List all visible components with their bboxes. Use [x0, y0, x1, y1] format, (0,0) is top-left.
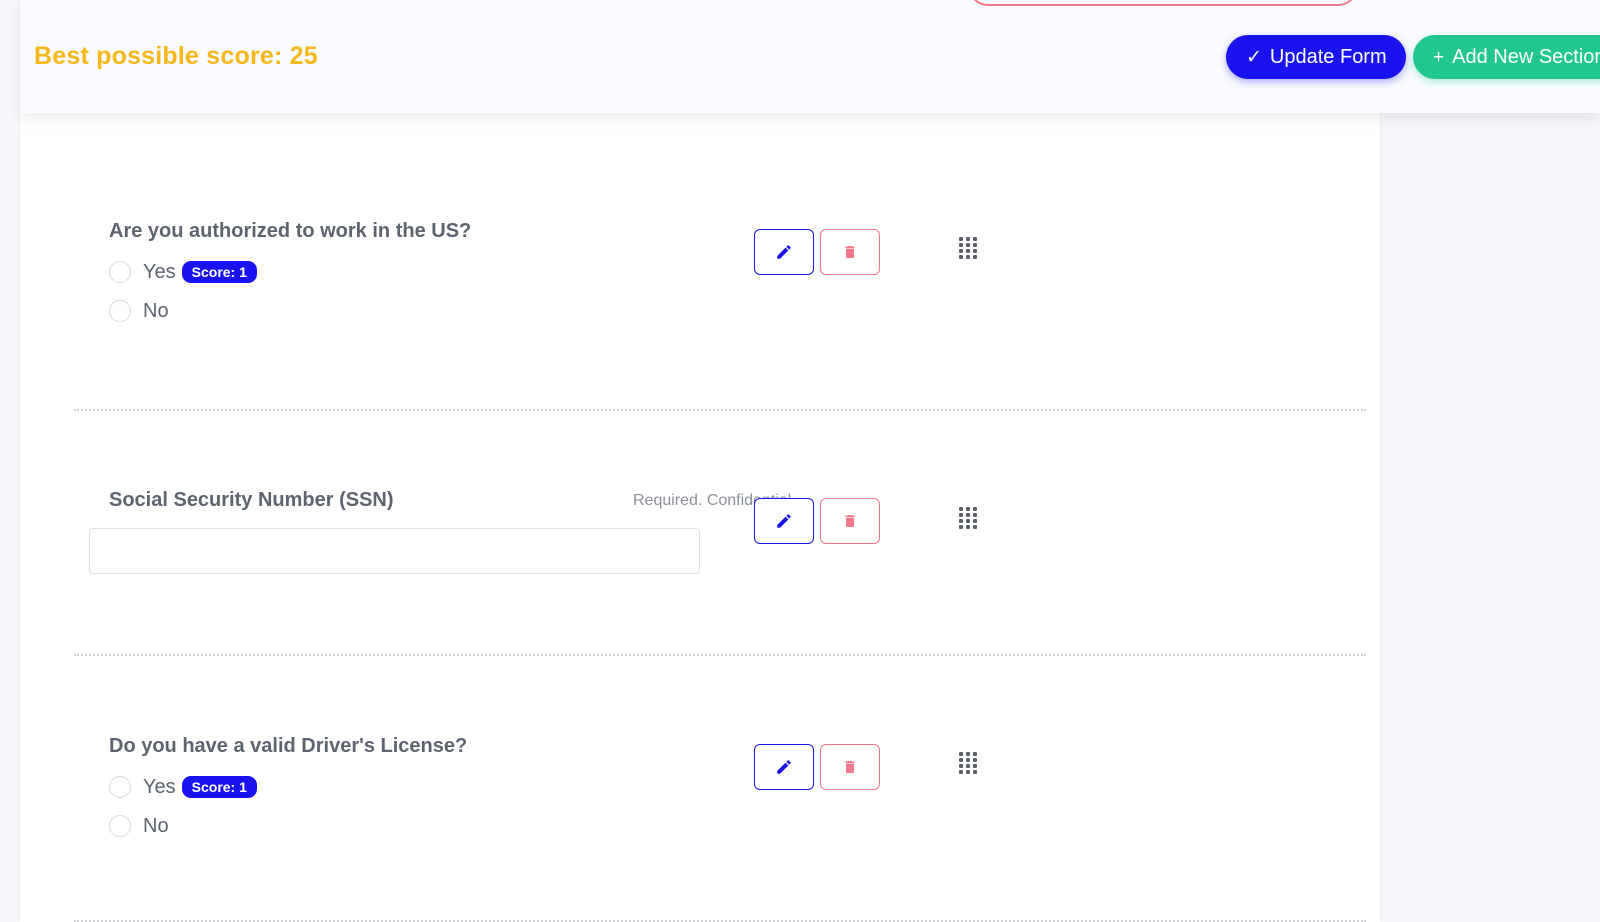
trash-icon [845, 515, 855, 527]
option-label: Yes [143, 260, 176, 283]
question-title: Social Security Number (SSN) [109, 489, 394, 511]
pencil-icon [777, 760, 791, 774]
score-badge: Score: 1 [181, 776, 257, 798]
radio-button[interactable] [109, 776, 131, 798]
update-form-button[interactable]: ✓ Update Form [1226, 35, 1406, 79]
update-form-label: Update Form [1269, 45, 1387, 68]
delete-question-button[interactable] [820, 229, 880, 275]
trash-icon [845, 761, 855, 773]
radio-button[interactable] [109, 300, 131, 322]
option-yes[interactable]: Yes Score: 1 [109, 259, 471, 285]
form-card: Are you authorized to work in the US? Ye… [20, 0, 1380, 922]
question-drivers-license: Do you have a valid Driver's License? Ye… [109, 735, 467, 839]
sticky-score-header: Best possible score: 25 ✓ Update Form + … [20, 0, 1600, 113]
pencil-icon [777, 514, 791, 528]
drag-handle-icon[interactable] [959, 507, 977, 529]
radio-button[interactable] [109, 261, 131, 283]
delete-question-button[interactable] [820, 498, 880, 544]
question-work-authorization: Are you authorized to work in the US? Ye… [109, 220, 471, 324]
question-ssn: Social Security Number (SSN) Required. C… [109, 489, 796, 512]
option-no[interactable]: No [109, 813, 467, 839]
plus-icon: + [1433, 46, 1445, 68]
check-icon: ✓ [1246, 46, 1262, 68]
trash-icon [845, 246, 855, 258]
edit-question-button[interactable] [754, 498, 814, 544]
pencil-icon [777, 245, 791, 259]
option-label: No [143, 299, 169, 322]
header-outline-decoration [968, 0, 1358, 6]
form-builder-page: Are you authorized to work in the US? Ye… [0, 0, 1600, 922]
best-possible-score: Best possible score: 25 [34, 42, 318, 70]
add-new-section-button[interactable]: + Add New Section [1413, 35, 1600, 79]
add-new-section-label: Add New Section [1452, 45, 1600, 68]
question-title: Do you have a valid Driver's License? [109, 735, 468, 757]
drag-handle-icon[interactable] [959, 237, 977, 259]
ssn-input[interactable] [89, 528, 700, 574]
edit-question-button[interactable] [754, 744, 814, 790]
question-divider [74, 654, 1366, 656]
question-divider [74, 409, 1366, 411]
option-label: Yes [143, 775, 176, 798]
option-no[interactable]: No [109, 298, 471, 324]
drag-handle-icon[interactable] [959, 752, 977, 774]
score-badge: Score: 1 [181, 261, 257, 283]
option-label: No [143, 814, 169, 837]
radio-button[interactable] [109, 815, 131, 837]
option-yes[interactable]: Yes Score: 1 [109, 774, 467, 800]
question-title: Are you authorized to work in the US? [109, 220, 472, 242]
edit-question-button[interactable] [754, 229, 814, 275]
delete-question-button[interactable] [820, 744, 880, 790]
